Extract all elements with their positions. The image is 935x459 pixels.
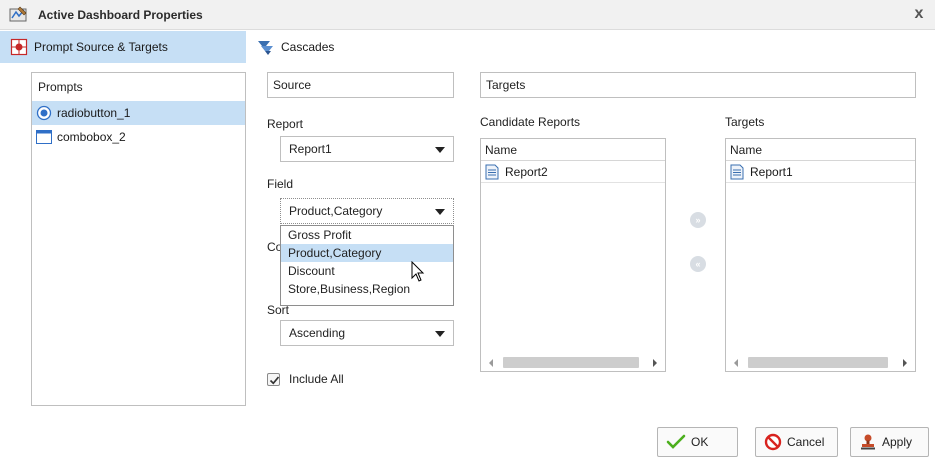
- tab-prompt-source-targets-label: Prompt Source & Targets: [34, 40, 168, 54]
- prompt-item-combobox[interactable]: combobox_2: [32, 125, 245, 149]
- sort-select-value: Ascending: [289, 326, 346, 340]
- candidate-report-row[interactable]: Report2: [481, 161, 665, 183]
- move-right-icon: »: [695, 215, 701, 225]
- field-label: Field: [267, 177, 294, 191]
- chevron-down-icon: [435, 147, 445, 153]
- source-header: Source: [267, 72, 454, 98]
- include-all-checkbox[interactable]: [267, 373, 280, 386]
- scroll-right-arrow-icon[interactable]: [903, 359, 907, 367]
- field-option-product-category[interactable]: Product,Category: [281, 244, 453, 262]
- target-report-row[interactable]: Report1: [726, 161, 915, 183]
- prompts-panel: Prompts radiobutton_1 combobox_2: [31, 72, 246, 406]
- sort-select[interactable]: Ascending: [280, 320, 454, 346]
- tab-prompt-source-targets[interactable]: Prompt Source & Targets: [0, 31, 246, 63]
- scroll-left-arrow-icon[interactable]: [734, 359, 738, 367]
- field-option-gross-profit[interactable]: Gross Profit: [281, 226, 453, 244]
- include-all-label: Include All: [289, 372, 344, 386]
- cascades-icon: [258, 41, 273, 55]
- field-dropdown-list: Gross Profit Product,Category Discount S…: [280, 225, 454, 306]
- report-label: Report: [267, 117, 304, 131]
- radio-button-icon: [36, 105, 52, 121]
- report-document-icon: [485, 164, 499, 179]
- tab-cascades[interactable]: Cascades: [247, 31, 347, 63]
- ok-button[interactable]: OK: [657, 427, 738, 457]
- prompt-item-label: combobox_2: [57, 130, 126, 144]
- scrollbar-thumb[interactable]: [748, 357, 888, 368]
- field-select[interactable]: Product,Category: [280, 198, 454, 224]
- close-button[interactable]: x: [911, 6, 927, 22]
- candidate-reports-label: Candidate Reports: [480, 115, 581, 129]
- scroll-right-arrow-icon[interactable]: [653, 359, 657, 367]
- chevron-down-icon: [435, 209, 445, 215]
- mouse-cursor-icon: [411, 261, 425, 282]
- cancel-button[interactable]: Cancel: [755, 427, 838, 457]
- scrollbar-thumb[interactable]: [503, 357, 639, 368]
- prompt-item-label: radiobutton_1: [57, 106, 131, 120]
- checkmark-icon: [666, 434, 686, 449]
- window-title: Active Dashboard Properties: [38, 8, 203, 22]
- prompts-header: Prompts: [38, 80, 83, 94]
- report-select-value: Report1: [289, 142, 332, 156]
- cancel-icon: [764, 433, 782, 451]
- prompt-item-radiobutton[interactable]: radiobutton_1: [32, 101, 245, 125]
- title-bar: Active Dashboard Properties x: [0, 0, 935, 30]
- chevron-down-icon: [435, 331, 445, 337]
- source-targets-icon: [10, 38, 28, 56]
- targets-header: Targets: [480, 72, 916, 98]
- move-left-icon: «: [695, 259, 701, 269]
- combobox-icon: [36, 130, 52, 144]
- tab-cascades-label: Cascades: [281, 40, 335, 54]
- tab-bar: Prompt Source & Targets Cascades: [0, 31, 935, 63]
- apply-stamp-icon: [861, 434, 875, 450]
- ok-button-label: OK: [691, 435, 709, 449]
- target-report-name: Report1: [750, 164, 793, 179]
- dashboard-properties-icon: [9, 6, 27, 22]
- candidate-horizontal-scrollbar[interactable]: [481, 355, 665, 371]
- move-left-button[interactable]: «: [690, 256, 706, 272]
- targets-name-column-header[interactable]: Name: [726, 139, 915, 161]
- apply-button[interactable]: Apply: [850, 427, 929, 457]
- field-select-value: Product,Category: [289, 204, 383, 218]
- targets-list-label: Targets: [725, 115, 765, 129]
- field-option-store-business-region[interactable]: Store,Business,Region: [281, 280, 453, 298]
- scroll-left-arrow-icon[interactable]: [489, 359, 493, 367]
- apply-button-label: Apply: [882, 435, 913, 449]
- report-document-icon: [730, 164, 744, 179]
- candidate-name-column-header[interactable]: Name: [481, 139, 665, 161]
- targets-horizontal-scrollbar[interactable]: [726, 355, 915, 371]
- candidate-reports-list: Name Report2: [480, 138, 666, 372]
- checkmark-icon: [269, 376, 280, 385]
- targets-list: Name Report1: [725, 138, 916, 372]
- report-select[interactable]: Report1: [280, 136, 454, 162]
- move-right-button[interactable]: »: [690, 212, 706, 228]
- field-option-discount[interactable]: Discount: [281, 262, 453, 280]
- candidate-report-name: Report2: [505, 164, 548, 179]
- cancel-button-label: Cancel: [787, 435, 825, 449]
